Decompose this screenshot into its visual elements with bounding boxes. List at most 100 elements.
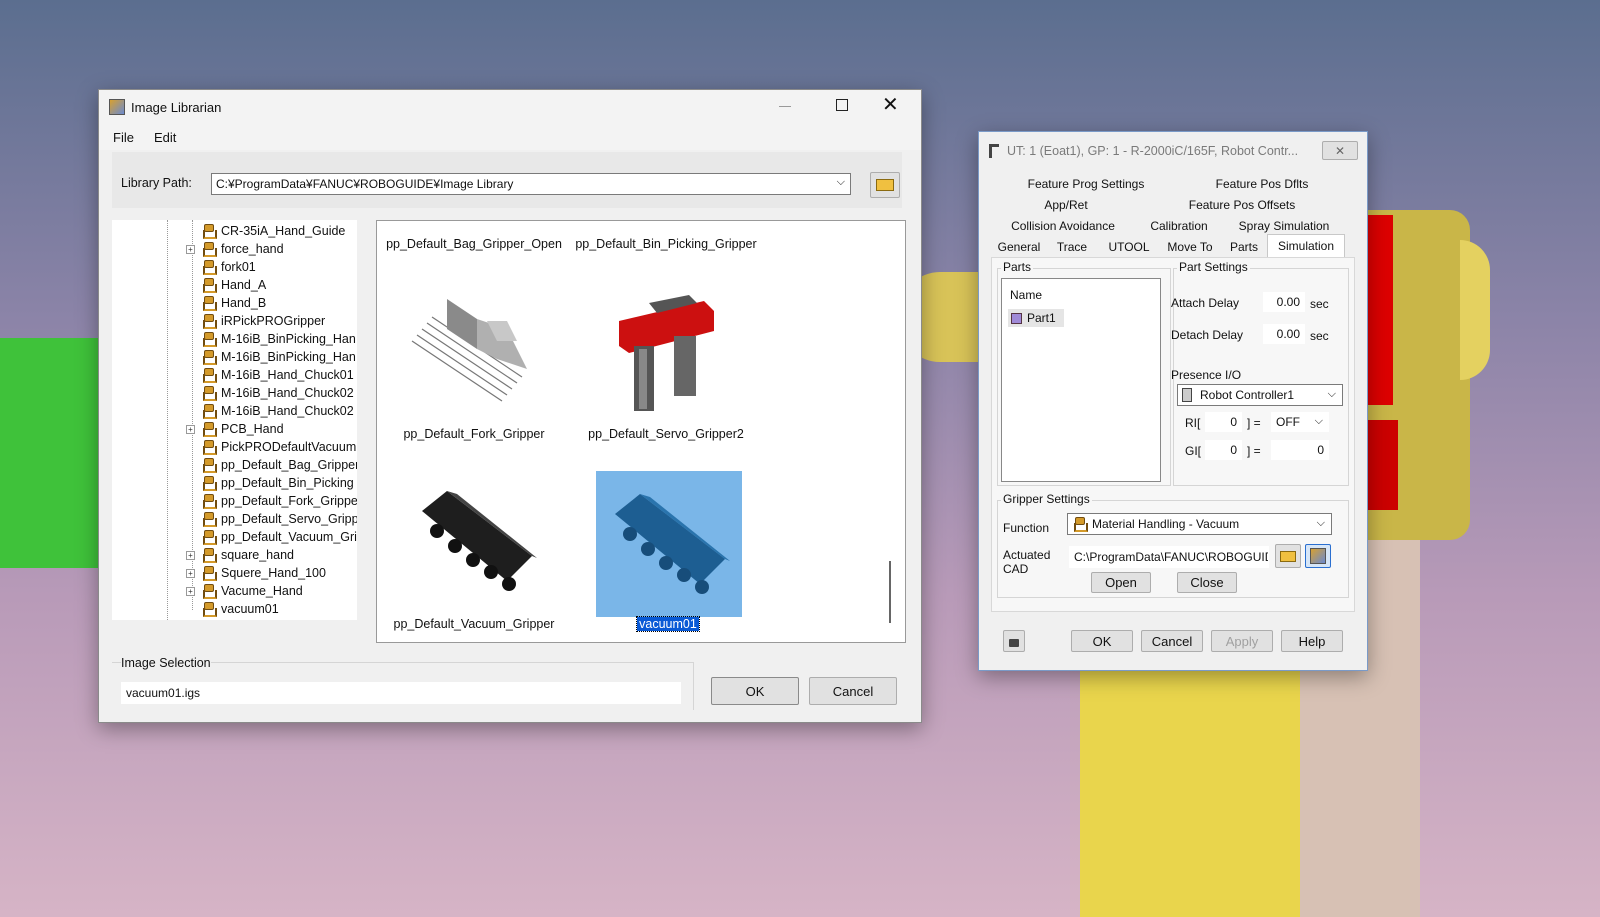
librarian-ok-button[interactable]: OK xyxy=(711,677,799,705)
hand-icon xyxy=(201,278,217,293)
tab-trace[interactable]: Trace xyxy=(1045,237,1099,257)
actuated-cad-label-line2: CAD xyxy=(1003,562,1029,576)
tree-item[interactable]: M-16iB_Hand_Chuck02 xyxy=(186,384,354,402)
tree-item[interactable]: CR-35iA_Hand_Guide xyxy=(186,222,345,240)
gi-index-value: 0 xyxy=(1230,443,1237,457)
tab-general[interactable]: General xyxy=(993,237,1045,257)
tree-item[interactable]: pp_Default_Servo_Gripp xyxy=(186,510,357,528)
ut-help-button[interactable]: Help xyxy=(1281,630,1343,652)
chevron-down-icon[interactable]: ⌵ xyxy=(1317,517,1325,530)
vacuum-gripper-image[interactable] xyxy=(417,486,537,596)
tree-item[interactable]: Hand_B xyxy=(186,294,266,312)
tree-item[interactable]: fork01 xyxy=(186,258,256,276)
thumb-selected-highlight[interactable] xyxy=(596,471,742,617)
lock-button[interactable] xyxy=(1003,630,1025,652)
ut-cancel-button[interactable]: Cancel xyxy=(1141,630,1203,652)
tree-item[interactable]: PickPRODefaultVacuum xyxy=(186,438,356,456)
tab-spray-simulation[interactable]: Spray Simulation xyxy=(1223,216,1345,236)
tree-item[interactable]: pp_Default_Bin_Picking xyxy=(186,474,354,492)
tab-utool[interactable]: UTOOL xyxy=(1099,237,1159,257)
image-selection-field[interactable]: vacuum01.igs xyxy=(121,682,681,704)
tab-parts[interactable]: Parts xyxy=(1221,237,1267,257)
tab-simulation[interactable]: Simulation xyxy=(1267,234,1345,257)
chevron-down-icon[interactable]: ⌵ xyxy=(837,176,845,189)
thumb-vacuum01-label[interactable]: vacuum01 xyxy=(636,616,700,632)
minimize-icon[interactable] xyxy=(779,106,791,107)
lock-icon xyxy=(1009,639,1019,647)
expand-icon[interactable]: + xyxy=(186,568,195,578)
tree-item[interactable]: + Squere_Hand_100 xyxy=(186,564,326,582)
close-button[interactable]: Close xyxy=(1177,572,1237,593)
chevron-down-icon[interactable]: ⌵ xyxy=(1315,415,1323,428)
part-list-item[interactable]: Part1 xyxy=(1008,309,1064,327)
gi-index-field[interactable]: 0 xyxy=(1205,440,1242,460)
expand-icon[interactable]: + xyxy=(186,424,195,434)
function-value: Material Handling - Vacuum xyxy=(1092,517,1240,531)
ri-index-field[interactable]: 0 xyxy=(1205,412,1242,432)
tab-feature-pos-offsets[interactable]: Feature Pos Offsets xyxy=(1139,195,1345,215)
tab-app-ret[interactable]: App/Ret xyxy=(991,195,1141,215)
thumb-vacuum-gripper-label[interactable]: pp_Default_Vacuum_Gripper xyxy=(379,617,569,631)
tab-move-to[interactable]: Move To xyxy=(1159,237,1221,257)
tree-item[interactable]: + Vacume_Hand xyxy=(186,582,303,600)
tree-item[interactable]: M-16iB_Hand_Chuck02 xyxy=(186,402,354,420)
tree-item-label: force_hand xyxy=(221,242,284,256)
chevron-down-icon[interactable]: ⌵ xyxy=(1328,388,1336,401)
thumb-bag-gripper-label[interactable]: pp_Default_Bag_Gripper_Open xyxy=(379,237,569,251)
expand-icon[interactable]: + xyxy=(186,550,195,560)
tree-item[interactable]: M-16iB_Hand_Chuck01 xyxy=(186,366,354,384)
tree-item[interactable]: + force_hand xyxy=(186,240,284,258)
tree-item[interactable]: pp_Default_Fork_Grippe xyxy=(186,492,357,510)
thumbnail-vscroll-thumb[interactable] xyxy=(889,561,891,623)
close-icon[interactable]: ✕ xyxy=(882,95,899,115)
servo-gripper-image[interactable] xyxy=(609,291,719,421)
detach-delay-field[interactable]: 0.00 xyxy=(1263,324,1305,344)
attach-delay-field[interactable]: 0.00 xyxy=(1263,292,1305,312)
tab-calibration[interactable]: Calibration xyxy=(1135,216,1223,236)
gi-value-field[interactable]: 0 xyxy=(1271,440,1329,460)
parts-list[interactable]: Name Part1 xyxy=(1001,278,1161,482)
tree-item[interactable]: M-16iB_BinPicking_Han xyxy=(186,330,356,348)
attach-delay-value: 0.00 xyxy=(1276,295,1300,309)
fork-gripper-image[interactable] xyxy=(407,291,547,411)
tab-feature-prog-settings[interactable]: Feature Prog Settings xyxy=(991,174,1181,194)
tree-item[interactable]: + square_hand xyxy=(186,546,294,564)
actuated-cad-field[interactable]: C:\ProgramData\FANUC\ROBOGUID xyxy=(1069,546,1269,568)
ut-apply-button[interactable]: Apply xyxy=(1211,630,1273,652)
maximize-icon[interactable] xyxy=(836,99,848,111)
detach-delay-value: 0.00 xyxy=(1276,327,1300,341)
tab-collision-avoidance[interactable]: Collision Avoidance xyxy=(991,216,1135,236)
tree-item[interactable]: M-16iB_BinPicking_Han xyxy=(186,348,356,366)
thumb-servo-gripper-label[interactable]: pp_Default_Servo_Gripper2 xyxy=(571,427,761,441)
controller-combo[interactable]: Robot Controller1 ⌵ xyxy=(1177,384,1343,406)
tree-item[interactable]: Hand_A xyxy=(186,276,266,294)
function-combo[interactable]: Material Handling - Vacuum ⌵ xyxy=(1067,513,1332,535)
menu-edit[interactable]: Edit xyxy=(154,130,176,145)
ri-state-combo[interactable]: OFF ⌵ xyxy=(1271,412,1329,432)
vacuum01-image[interactable] xyxy=(610,489,730,599)
open-button[interactable]: Open xyxy=(1091,572,1151,593)
library-tree[interactable]: CR-35iA_Hand_Guide + force_hand fork01 Hand_… xyxy=(112,220,357,620)
tree-item[interactable]: + PCB_Hand xyxy=(186,420,284,438)
tree-item[interactable]: pp_Default_Vacuum_Gri xyxy=(186,528,357,546)
browse-folder-button[interactable] xyxy=(870,172,900,198)
menu-file[interactable]: File xyxy=(113,130,134,145)
tab-feature-pos-dflts[interactable]: Feature Pos Dflts xyxy=(1179,174,1345,194)
hand-icon xyxy=(201,440,217,455)
expand-icon[interactable]: + xyxy=(186,244,195,254)
ut-ok-button[interactable]: OK xyxy=(1071,630,1133,652)
tree-item[interactable]: pp_Default_Bag_Gripper xyxy=(186,456,357,474)
tree-item[interactable]: iRPickPROGripper xyxy=(186,312,325,330)
thumb-fork-gripper-label[interactable]: pp_Default_Fork_Gripper xyxy=(379,427,569,441)
tree-item[interactable]: vacuum01 xyxy=(186,600,279,618)
librarian-cancel-button[interactable]: Cancel xyxy=(809,677,897,705)
ut-close-button[interactable]: ✕ xyxy=(1322,141,1358,160)
thumb-bin-picking-label[interactable]: pp_Default_Bin_Picking_Gripper xyxy=(571,237,761,251)
library-path-combo[interactable]: C:¥ProgramData¥FANUC¥ROBOGUIDE¥Image Lib… xyxy=(211,173,851,195)
expand-icon[interactable]: + xyxy=(186,586,195,596)
image-librarian-button[interactable] xyxy=(1305,544,1331,568)
cad-browse-button[interactable] xyxy=(1275,544,1301,568)
